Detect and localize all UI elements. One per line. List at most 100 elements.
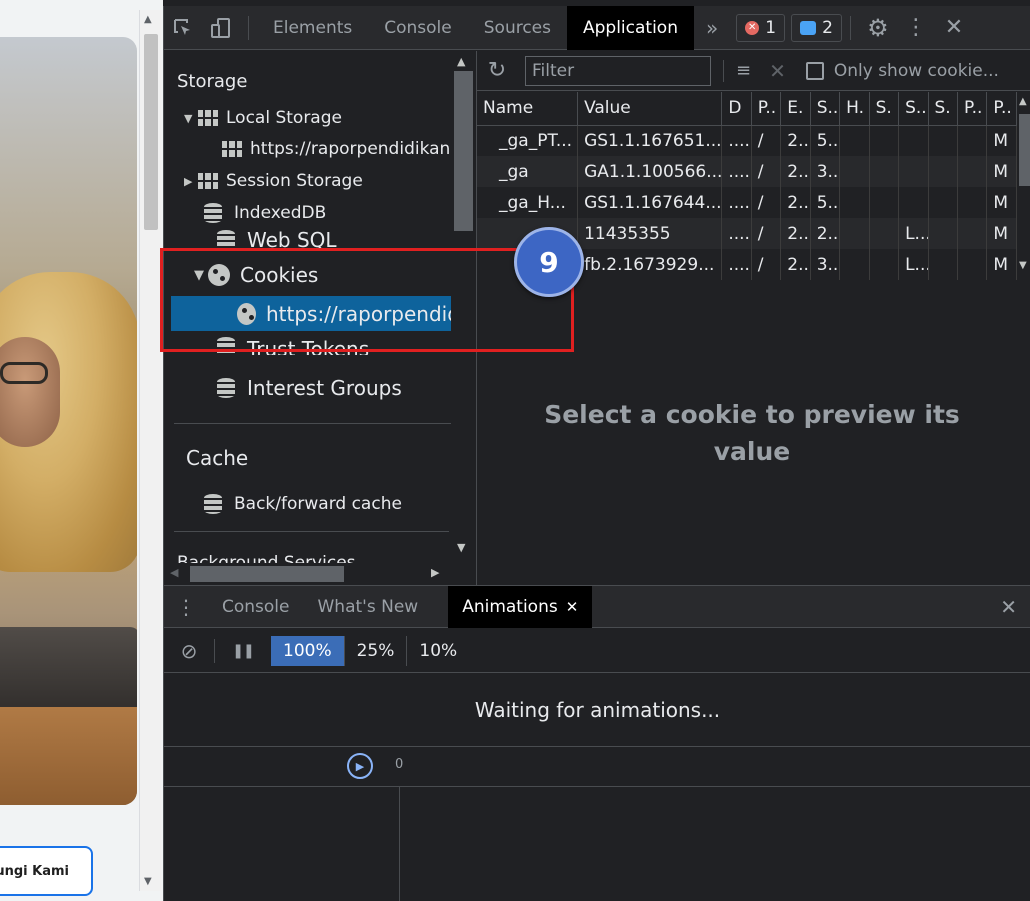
tab-console[interactable]: Console xyxy=(368,6,468,50)
only-show-checkbox[interactable] xyxy=(805,61,824,80)
table-cell: GA1.1.100566... xyxy=(577,156,723,187)
sidebar-item-local-storage[interactable]: ▼ Local Storage xyxy=(184,108,342,128)
kebab-menu-icon[interactable]: ⋮ xyxy=(897,6,935,50)
table-cell: 2... xyxy=(780,218,811,249)
sidebar-item-session-storage[interactable]: ▶ Session Storage xyxy=(184,171,363,191)
table-cell xyxy=(869,249,900,280)
sidebar-item-indexeddb[interactable]: IndexedDB xyxy=(204,203,326,223)
table-cell: M xyxy=(986,249,1017,280)
table-cell xyxy=(839,249,870,280)
settings-gear-icon[interactable]: ⚙ xyxy=(859,6,897,50)
close-drawer-icon[interactable]: ✕ xyxy=(1000,595,1017,619)
table-row[interactable]: _ga_H...GS1.1.167644......./2...5... M xyxy=(477,187,1017,218)
table-cell: 5... xyxy=(810,125,841,156)
scroll-down-arrow-icon[interactable]: ▼ xyxy=(144,876,152,887)
scroll-right-arrow-icon[interactable]: ▶ xyxy=(431,566,439,579)
table-cell: / xyxy=(751,218,782,249)
pause-all-icon[interactable]: ❚❚ xyxy=(215,643,271,659)
clear-all-icon[interactable]: ⊘ xyxy=(164,639,214,663)
error-count: 1 xyxy=(765,17,777,38)
message-count-badge[interactable]: 2 xyxy=(791,13,842,42)
delete-selected-icon[interactable]: ✕ xyxy=(769,59,786,83)
inspect-element-icon[interactable] xyxy=(164,6,202,50)
more-tabs-icon[interactable]: » xyxy=(694,6,730,50)
table-cell xyxy=(898,125,929,156)
table-row[interactable]: _gaGA1.1.100566......./2...3... M xyxy=(477,156,1017,187)
sidebar-item-back-forward-cache[interactable]: Back/forward cache xyxy=(204,494,402,514)
column-header[interactable]: S.. xyxy=(898,92,929,126)
column-header[interactable]: H. xyxy=(839,92,870,126)
table-cell: GS1.1.167644... xyxy=(577,187,723,218)
drawer-tab-animations[interactable]: Animations ✕ xyxy=(448,585,593,628)
sidebar-item-label: Back/forward cache xyxy=(234,494,402,514)
close-devtools-icon[interactable]: ✕ xyxy=(935,6,973,50)
error-count-badge[interactable]: ✕ 1 xyxy=(736,13,786,42)
step-number-badge: 9 xyxy=(514,227,584,297)
photo-glasses xyxy=(0,362,48,384)
message-icon xyxy=(800,20,817,35)
refresh-icon[interactable]: ↻ xyxy=(477,58,517,83)
table-cell: 2... xyxy=(810,218,841,249)
column-header[interactable]: Value xyxy=(577,92,723,126)
table-cell: / xyxy=(751,187,782,218)
column-header[interactable]: S. xyxy=(928,92,958,126)
table-cell: 2... xyxy=(780,249,811,280)
table-cell xyxy=(957,125,988,156)
speed-10-button[interactable]: 10% xyxy=(407,636,469,666)
scroll-down-arrow-icon[interactable]: ▼ xyxy=(1019,260,1027,271)
table-scroll-thumb[interactable] xyxy=(1019,114,1030,186)
page-scroll-thumb[interactable] xyxy=(144,34,158,230)
table-cell: .... xyxy=(721,249,752,280)
table-header-row: Name Value D P.. E. S.. H. S. S.. S. P..… xyxy=(477,92,1017,126)
sidebar-item-label: Local Storage xyxy=(226,108,342,128)
column-header[interactable]: Name xyxy=(477,92,579,126)
table-grid-icon xyxy=(222,141,242,157)
timeline-zero-label: 0 xyxy=(395,757,404,772)
table-cell: 3... xyxy=(810,249,841,280)
table-cell xyxy=(869,218,900,249)
waiting-message: Waiting for animations... xyxy=(164,673,1030,747)
tab-application[interactable]: Application xyxy=(567,5,694,50)
tab-sources[interactable]: Sources xyxy=(468,6,567,50)
expand-arrow-icon[interactable]: ▼ xyxy=(184,112,198,125)
speed-100-button[interactable]: 100% xyxy=(271,635,345,666)
table-cell xyxy=(839,156,870,187)
page-scrollbar[interactable]: ▲ ▼ xyxy=(139,10,161,891)
table-cell: 2... xyxy=(780,156,811,187)
scroll-up-arrow-icon[interactable]: ▲ xyxy=(1019,96,1027,107)
contact-us-button[interactable]: ungi Kami xyxy=(0,846,93,896)
column-header[interactable]: S. xyxy=(869,92,900,126)
filter-input[interactable] xyxy=(525,55,711,86)
table-row[interactable]: _ga_PT...GS1.1.167651......./2...5... M xyxy=(477,125,1017,156)
drawer-tab-whats-new[interactable]: What's New xyxy=(304,586,433,628)
scroll-up-arrow-icon[interactable]: ▲ xyxy=(457,55,465,68)
drawer-menu-icon[interactable]: ⋮ xyxy=(164,595,208,619)
sidebar-horizontal-scrollbar[interactable]: ◀ ▶ xyxy=(164,563,451,585)
replay-timeline-icon[interactable]: ▶ xyxy=(347,753,373,779)
table-vertical-scrollbar[interactable]: ▲ ▼ xyxy=(1017,92,1030,277)
column-header[interactable]: S.. xyxy=(810,92,841,126)
table-cell xyxy=(869,125,900,156)
column-header[interactable]: P.. xyxy=(957,92,988,126)
sidebar-scroll-thumb[interactable] xyxy=(454,71,473,231)
column-header[interactable]: P.. xyxy=(751,92,782,126)
sidebar-item-interest-groups[interactable]: Interest Groups xyxy=(217,376,402,400)
scroll-down-arrow-icon[interactable]: ▼ xyxy=(457,541,465,554)
column-header[interactable]: E. xyxy=(780,92,811,126)
sidebar-item-local-storage-origin[interactable]: https://raporpendidikan. xyxy=(222,139,456,159)
scroll-up-arrow-icon[interactable]: ▲ xyxy=(144,14,152,25)
drawer-tab-console[interactable]: Console xyxy=(208,586,304,628)
device-toolbar-icon[interactable] xyxy=(202,6,240,50)
collapse-arrow-icon[interactable]: ▶ xyxy=(184,175,198,188)
photo-table xyxy=(0,707,137,805)
close-tab-icon[interactable]: ✕ xyxy=(566,598,579,616)
tab-elements[interactable]: Elements xyxy=(257,6,368,50)
column-header[interactable]: P.. xyxy=(986,92,1017,126)
table-cell: M xyxy=(986,187,1017,218)
clear-filtered-icon[interactable]: ≡ xyxy=(736,60,751,81)
scroll-left-arrow-icon[interactable]: ◀ xyxy=(170,566,178,579)
column-header[interactable]: D xyxy=(721,92,752,126)
sidebar-hscroll-thumb[interactable] xyxy=(190,566,344,582)
photo-laptop xyxy=(0,627,137,717)
speed-25-button[interactable]: 25% xyxy=(345,635,408,666)
